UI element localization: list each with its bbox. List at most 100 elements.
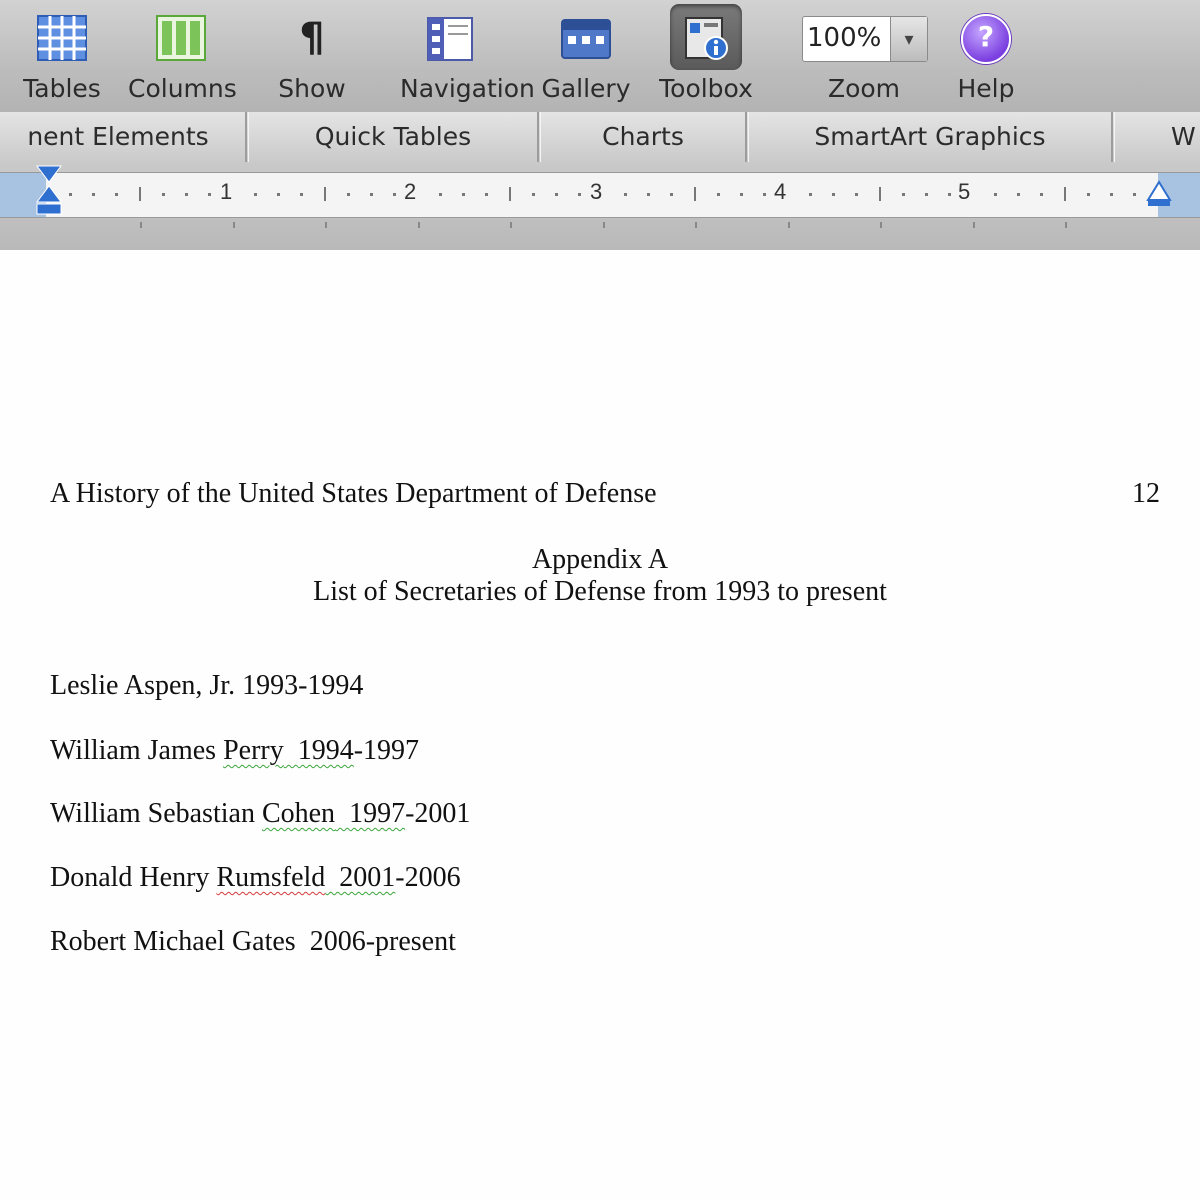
running-head: A History of the United States Departmen…: [50, 478, 657, 509]
appendix-subtitle: List of Secretaries of Defense from 1993…: [313, 576, 887, 607]
pilcrow-icon: ¶: [299, 15, 325, 61]
gallery-button[interactable]: Gallery: [541, 0, 631, 112]
tab-quick-tables[interactable]: Quick Tables: [248, 112, 539, 162]
horizontal-ruler[interactable]: 1 2 3 4 5: [0, 172, 1200, 218]
ruler-tab-stop-tick: [602, 222, 605, 228]
columns-icon: [156, 15, 206, 61]
ruler-number: 4: [774, 179, 787, 204]
tab-label: Quick Tables: [314, 122, 472, 151]
grammar-flagged-text: Cohen: [261, 798, 336, 829]
entry-text: Leslie Aspen, Jr. 1993-1994: [50, 670, 364, 701]
ruler-dot: [739, 193, 743, 196]
show-label: Show: [278, 74, 346, 103]
tables-label: Tables: [23, 74, 101, 103]
ruler-tab-stop-tick: [325, 222, 327, 228]
grammar-flagged-space: [284, 735, 298, 766]
ruler-dot: [554, 193, 558, 196]
ruler-number: 1: [220, 179, 233, 204]
ruler-dot: [184, 193, 188, 196]
tab-label: Charts: [602, 122, 684, 151]
page-number: 12: [1132, 478, 1160, 509]
ruler-half-tick: [1063, 187, 1066, 201]
ruler-dot: [647, 193, 651, 196]
columns-button[interactable]: Columns: [128, 0, 237, 112]
ruler-tab-stop-tick: [1065, 222, 1067, 228]
tab-label: SmartArt Graphics: [814, 122, 1046, 151]
ruler-number: 2: [404, 179, 417, 204]
columns-label: Columns: [128, 74, 237, 103]
tab-document-elements[interactable]: nent Elements: [0, 112, 247, 162]
ruler-dot: [924, 193, 928, 196]
ruler-tab-stop-tick: [510, 222, 512, 228]
ruler-dot: [277, 193, 281, 196]
ruler-tab-stop-tick: [880, 222, 882, 228]
ruler-dot: [1109, 193, 1113, 196]
chevron-down-icon[interactable]: ▾: [890, 17, 927, 61]
list-item: William James Perry 1994-1997: [50, 735, 419, 767]
ruler-half-tick: [878, 187, 881, 201]
help-label: Help: [957, 74, 1015, 103]
ruler-dot: [115, 193, 119, 196]
ruler-half-tick: [138, 187, 141, 201]
ruler-dot: [92, 193, 96, 196]
ruler-tab-stop-tick: [972, 222, 975, 228]
gallery-label: Gallery: [541, 74, 631, 103]
ruler-dot: [716, 193, 720, 196]
ruler-dot: [161, 193, 165, 196]
ruler-dot: [254, 193, 258, 196]
ruler-dot: [670, 193, 674, 196]
ruler-tab-stop-tick: [232, 222, 235, 228]
ruler-area: 1 2 3 4 5: [0, 164, 1200, 250]
ruler-dot: [1017, 193, 1021, 196]
list-item: Leslie Aspen, Jr. 1993-1994: [50, 670, 363, 702]
ruler-number: 5: [958, 179, 971, 204]
ruler-half-tick: [323, 187, 326, 201]
ruler-dot: [369, 193, 373, 196]
show-button[interactable]: ¶ Show: [278, 0, 345, 112]
help-glyph: ?: [977, 20, 995, 53]
appendix-title: Appendix A: [531, 544, 669, 575]
entry-text: William James: [50, 735, 224, 766]
ruler-dot: [1040, 193, 1044, 196]
ruler-dot: [531, 193, 535, 196]
ruler-dot: [69, 193, 73, 196]
ruler-number: 3: [590, 179, 603, 204]
tables-button[interactable]: Tables: [23, 0, 101, 112]
ruler-dot: [624, 193, 628, 196]
grammar-flagged-text: 1994: [297, 735, 354, 766]
right-indent-icon[interactable]: [1146, 178, 1172, 208]
ruler-dot: [809, 193, 813, 196]
toolbox-button[interactable]: Toolbox: [659, 0, 753, 112]
ruler-dot: [762, 193, 766, 196]
ruler-dot: [392, 193, 396, 196]
navigation-button[interactable]: Navigation: [400, 0, 535, 112]
entry-text: -2001: [405, 798, 471, 829]
list-item: Robert Michael Gates 2006-present: [50, 926, 456, 958]
ruler-dot: [462, 193, 466, 196]
tab-charts[interactable]: Charts: [540, 112, 747, 162]
grammar-flagged-space: [335, 798, 349, 829]
tab-wordart[interactable]: W: [1114, 112, 1200, 162]
tab-label: W: [1171, 122, 1196, 151]
ruler-dot: [439, 193, 443, 196]
document-page[interactable]: A History of the United States Departmen…: [0, 250, 1200, 1200]
ruler-dot: [832, 193, 836, 196]
navigation-pane-icon: [427, 17, 473, 61]
first-line-indent-icon[interactable]: [34, 164, 64, 218]
zoom-button: Zoom: [828, 0, 900, 112]
tab-smartart-graphics[interactable]: SmartArt Graphics: [748, 112, 1113, 162]
grammar-flagged-space: [325, 862, 339, 893]
help-button[interactable]: ? Help: [956, 0, 1016, 112]
grammar-flagged-text: Perry: [223, 735, 284, 766]
list-item: Donald Henry Rumsfeld 2001-2006: [50, 862, 461, 894]
ruler-half-tick: [693, 187, 696, 201]
toolbox-icon: [685, 17, 728, 60]
toolbox-label: Toolbox: [659, 74, 753, 103]
tab-label: nent Elements: [27, 122, 209, 151]
ruler-dot: [207, 193, 211, 196]
ruler-tab-stop-tick: [787, 222, 790, 228]
standard-toolbar: Tables Columns ¶ Show Navigation Gallery…: [0, 0, 1200, 113]
ruler-dot: [485, 193, 489, 196]
ribbon-tab-bar: nent Elements Quick Tables Charts SmartA…: [0, 112, 1200, 165]
ruler-dot: [994, 193, 998, 196]
